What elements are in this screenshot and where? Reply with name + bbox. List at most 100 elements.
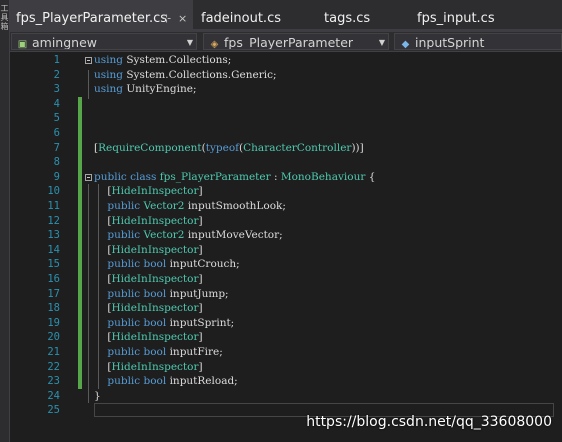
keyword-token: public bool [107, 258, 167, 271]
fold-guide [88, 184, 89, 404]
keyword-token: typeof [205, 141, 240, 154]
text-token: ] [198, 331, 203, 344]
code-line[interactable]: public bool inputReload; [94, 374, 238, 389]
tab-fps-input[interactable]: fps_input.cs [411, 0, 531, 29]
tab-label: fps_PlayerParameter.cs [16, 11, 168, 26]
line-number: 25 [47, 404, 60, 417]
type-token: fps_PlayerParameter [159, 170, 271, 183]
field-icon: ◆ [401, 39, 410, 50]
line-number: 1 [53, 54, 60, 66]
line-number-gutter: 1 2 3 4 5 6 7 8 9 10 11 12 13 14 15 16 17 18 19 20 21 22 23 24 2… [10, 52, 60, 442]
type-token: HideInInspector [111, 214, 199, 227]
tab-label: tags.cs [324, 11, 371, 26]
text-token: inputJump; [166, 287, 229, 300]
type-token: Vector2 [143, 229, 185, 242]
type-token: HideInInspector [111, 302, 199, 315]
text-token: ] [198, 214, 203, 227]
code-line[interactable]: public class fps_PlayerParameter : MonoB… [94, 170, 375, 185]
line-number: 23 [47, 375, 60, 388]
type-token: RequireComponent [98, 141, 202, 154]
code-line[interactable]: using System.Collections; [94, 53, 231, 68]
line-number: 14 [47, 243, 60, 256]
code-line[interactable]: [RequireComponent(typeof(CharacterContro… [94, 141, 364, 156]
line-number: 21 [47, 346, 60, 358]
code-line[interactable]: [HideInInspector] [94, 243, 203, 258]
code-line[interactable]: [HideInInspector] [94, 301, 203, 316]
tab-tags[interactable]: tags.cs [318, 0, 408, 29]
line-number: 20 [47, 331, 60, 344]
code-line[interactable]: } [94, 389, 101, 404]
line-number: 22 [47, 360, 60, 373]
keyword-token: public bool [107, 316, 167, 329]
tab-label: fps_input.cs [417, 11, 495, 26]
text-token: } [94, 389, 101, 402]
watermark: https://blog.csdn.net/qq_33608000 [306, 414, 552, 430]
project-dropdown[interactable]: ▣ amingnew ▼ [11, 33, 197, 50]
type-token: HideInInspector [111, 331, 199, 344]
toolbox-label: 工具箱 [0, 4, 9, 31]
text-token: UnityEngine; [123, 83, 197, 96]
code-line[interactable]: [HideInInspector] [94, 330, 203, 345]
text-token: [ [94, 302, 112, 315]
code-line[interactable]: using System.Collections.Generic; [94, 68, 277, 83]
csharp-project-icon: ▣ [17, 39, 28, 50]
text-token: inputFire; [166, 346, 223, 358]
code-line[interactable]: [HideInInspector] [94, 214, 203, 229]
text-token: System.Collections; [123, 54, 232, 66]
code-line[interactable]: public Vector2 inputSmoothLook; [94, 199, 286, 214]
code-line[interactable]: public bool inputFire; [94, 345, 223, 360]
code-line[interactable]: public bool inputJump; [94, 287, 229, 302]
code-line[interactable]: [HideInInspector] [94, 272, 203, 287]
code-line[interactable]: using UnityEngine; [94, 82, 196, 97]
keyword-token: using [94, 54, 123, 66]
line-number: 9 [53, 170, 60, 183]
tab-fps-playerparameter[interactable]: fps_PlayerParameter.cs ⊹ × [10, 0, 193, 29]
text-token: inputReload; [166, 375, 238, 388]
code-line[interactable]: public Vector2 inputMoveVector; [94, 228, 282, 243]
line-number: 11 [47, 200, 60, 212]
class-label: fps_PlayerParameter [224, 35, 354, 50]
class-dropdown[interactable]: ◈ fps_PlayerParameter ▼ [203, 33, 389, 50]
line-number: 17 [47, 287, 60, 300]
text-token: ))] [351, 141, 364, 154]
code-editor[interactable]: 1 2 3 4 5 6 7 8 9 10 11 12 13 14 15 16 17 18 19 20 21 22 23 24 2… [10, 52, 562, 442]
type-token: HideInInspector [111, 185, 199, 198]
line-number: 4 [53, 97, 60, 110]
changed-lines-marker [78, 96, 82, 389]
text-token: ] [198, 360, 203, 373]
line-number: 2 [53, 68, 60, 81]
text-token: [ [94, 214, 112, 227]
code-line[interactable]: [HideInInspector] [94, 360, 203, 375]
line-number: 7 [53, 141, 60, 154]
tab-label: fadeinout.cs [201, 11, 281, 26]
code-line[interactable]: public bool inputCrouch; [94, 257, 239, 272]
code-line[interactable]: public bool inputSprint; [94, 316, 234, 331]
text-token: [ [94, 331, 112, 344]
tab-fadeinout[interactable]: fadeinout.cs [195, 0, 305, 29]
text-token: ] [198, 302, 203, 315]
fold-guide [88, 69, 89, 99]
line-number: 19 [47, 316, 60, 329]
type-token: MonoBehaviour [280, 170, 366, 183]
text-token: ] [198, 185, 203, 198]
line-number: 8 [53, 156, 60, 169]
code-line[interactable]: [HideInInspector] [94, 184, 203, 199]
member-dropdown[interactable]: ◆ inputSprint [394, 33, 562, 50]
keyword-token: using [94, 83, 123, 96]
type-token: CharacterController [243, 141, 352, 154]
collapse-region-icon[interactable] [85, 173, 92, 181]
type-token: HideInInspector [111, 273, 199, 285]
collapse-region-icon[interactable] [85, 57, 92, 64]
text-token: [ [94, 273, 112, 285]
text-token: ] [198, 273, 203, 285]
type-token: HideInInspector [111, 243, 199, 256]
text-token: ] [198, 243, 203, 256]
toolbox-side-panel[interactable]: 工具箱 [0, 0, 10, 442]
line-number: 18 [47, 302, 60, 315]
text-token: { [365, 170, 376, 183]
